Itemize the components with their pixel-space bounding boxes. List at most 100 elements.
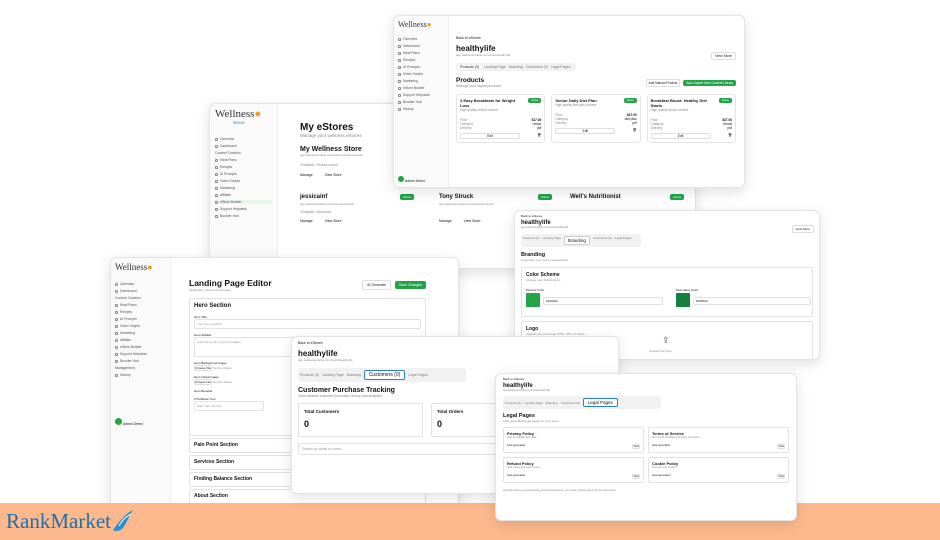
nav-booster[interactable]: Booster Hub	[115, 359, 166, 363]
trash-icon[interactable]: 🗑	[728, 133, 732, 139]
legal-card: Terms of Service Terms and conditions for…	[648, 427, 789, 453]
view-button[interactable]: View	[632, 474, 640, 479]
hero-section-header[interactable]: Hero Section	[194, 303, 421, 309]
nav-booster[interactable]: Booster Hub	[215, 214, 272, 218]
secondary-color-swatch[interactable]	[676, 293, 690, 307]
edit-button[interactable]: Edit	[460, 133, 520, 139]
nav-marketing[interactable]: Marketing	[398, 79, 444, 83]
trash-icon[interactable]: 🗑	[537, 133, 541, 139]
nav-video[interactable]: Video Scripts	[115, 324, 166, 328]
cta-input[interactable]: Start Your Journey	[194, 401, 264, 411]
primary-color-input[interactable]: #16a34a	[543, 297, 663, 305]
nav-ai[interactable]: AI Prompts	[115, 317, 166, 321]
edit-button[interactable]: Edit	[555, 128, 616, 134]
nav-support[interactable]: Support Helpdesk	[398, 93, 444, 97]
tab-products[interactable]: Products (3)	[300, 373, 319, 377]
nav-marketing[interactable]: Marketing	[215, 186, 272, 190]
nav-booster[interactable]: Booster Hub	[398, 100, 444, 104]
add-product-button[interactable]: Add Manual Product	[645, 78, 681, 87]
nav-ai[interactable]: AI Prompts	[215, 172, 272, 176]
tab-landing[interactable]: Landing Page	[322, 373, 344, 377]
user-profile[interactable]: Admin Demo	[115, 418, 143, 426]
view-store-button[interactable]: View Store	[464, 219, 481, 223]
nav-overview[interactable]: Overview	[115, 282, 166, 286]
nav-support[interactable]: Support Helpdesk	[115, 352, 166, 356]
tab-3[interactable]: Customers (0)	[526, 65, 548, 69]
hero-title-input[interactable]: Your hero headline	[194, 319, 421, 329]
user-profile[interactable]: Admin Demo	[398, 176, 425, 183]
back-link[interactable]: Back to eStores	[298, 341, 612, 345]
manage-button[interactable]: Manage	[300, 173, 313, 177]
tab-branding[interactable]: Branding	[347, 373, 361, 377]
tab-legal[interactable]: Legal Pages	[582, 398, 618, 407]
ai-generate-button[interactable]: AI Generate	[362, 280, 392, 290]
nav-estore[interactable]: eStore Builder	[398, 86, 444, 90]
view-store-button[interactable]: View Store	[791, 225, 814, 233]
view-button[interactable]: View	[632, 444, 640, 449]
back-link[interactable]: Back to eStores	[521, 214, 813, 218]
status-badge: Active	[528, 98, 542, 103]
nav-affiliate[interactable]: Affiliate	[115, 338, 166, 342]
page-title: Landing Page Editor	[189, 278, 272, 288]
view-store-button[interactable]: View Store	[325, 173, 342, 177]
back-link[interactable]: Back to eStores	[456, 36, 736, 40]
sidebar: Wellness● Overview Dashboard Content Cre…	[111, 258, 171, 535]
tab-branding[interactable]: Branding	[563, 236, 590, 245]
footer-logo: RankMarket	[6, 508, 135, 534]
upload-icon[interactable]: ⇪	[662, 335, 670, 346]
nav-recipes[interactable]: Recipes	[115, 310, 166, 314]
nav-overview[interactable]: Overview	[398, 37, 444, 41]
nav-history[interactable]: History	[115, 373, 166, 377]
nav-recipes[interactable]: Recipes	[398, 58, 444, 62]
logo: Wellness●	[115, 262, 153, 272]
save-changes-button[interactable]: Save Changes	[395, 281, 426, 289]
manage-button[interactable]: Manage	[300, 219, 313, 223]
product-card: Senior Daily Diet Plan Active High quali…	[551, 94, 641, 143]
choose-file-button[interactable]: Choose File	[194, 379, 213, 385]
logo: Wellness●	[398, 20, 432, 29]
nav-estore[interactable]: eStore Builder	[115, 345, 166, 349]
nav-history[interactable]: History	[398, 107, 444, 111]
secondary-color-input[interactable]: #15803d	[693, 297, 811, 305]
tab-0[interactable]: Products (3)	[458, 65, 482, 69]
status-badge: Active	[623, 98, 637, 103]
primary-color-swatch[interactable]	[526, 293, 540, 307]
nav-meal[interactable]: Meal Plans	[115, 303, 166, 307]
tab-4[interactable]: Legal Pages	[551, 65, 570, 69]
nav-ai[interactable]: AI Prompts	[398, 65, 444, 69]
tab-1[interactable]: Landing Page	[484, 65, 506, 69]
total-customers-value: 0	[304, 419, 310, 429]
view-button[interactable]: View	[777, 444, 785, 449]
product-card: 3 Easy Breakfasts for Weight Loss Active…	[456, 94, 546, 143]
nav-affiliate[interactable]: Affiliate	[215, 193, 272, 197]
nav-marketing[interactable]: Marketing	[115, 331, 166, 335]
product-grid: 3 Easy Breakfasts for Weight Loss Active…	[456, 94, 736, 143]
nav-dashboard[interactable]: Dashboard	[115, 289, 166, 293]
nav-overview[interactable]: Overview	[215, 137, 272, 141]
view-button[interactable]: View	[777, 474, 785, 479]
legal-grid: Privacy Policy How we handle user data Aut…	[503, 427, 789, 483]
tab-legal[interactable]: Legal Pages	[408, 373, 427, 377]
choose-file-button[interactable]: Choose File	[194, 365, 213, 371]
section-title: Products	[456, 77, 485, 84]
view-store-button[interactable]: View Store	[711, 52, 736, 60]
manage-button[interactable]: Manage	[439, 219, 452, 223]
nav-video[interactable]: Video Scripts	[398, 72, 444, 76]
nav-meal[interactable]: Meal Plans	[215, 158, 272, 162]
view-store-button[interactable]: View Store	[325, 219, 342, 223]
avatar	[115, 418, 122, 425]
tab-customers[interactable]: Customers (0)	[363, 370, 406, 380]
nav-video[interactable]: Video Scripts	[215, 179, 272, 183]
nav-meal[interactable]: Meal Plans	[398, 51, 444, 55]
tab-bar: Products (3) Landing Page Branding Customer…	[456, 63, 576, 71]
tab-2[interactable]: Branding	[509, 65, 523, 69]
nav-support[interactable]: Support Helpdesk	[215, 207, 272, 211]
nav-estore[interactable]: eStore Builder	[215, 200, 272, 204]
nav-dashboard[interactable]: Dashboard	[215, 144, 272, 148]
nav-recipes[interactable]: Recipes	[215, 165, 272, 169]
auto-import-button[interactable]: Auto-Import from Content Library	[683, 79, 736, 86]
nav-dashboard[interactable]: Dashboard	[398, 44, 444, 48]
back-link[interactable]: Back to eStores	[503, 377, 789, 381]
trash-icon[interactable]: 🗑	[633, 128, 637, 134]
edit-button[interactable]: Edit	[650, 133, 711, 139]
